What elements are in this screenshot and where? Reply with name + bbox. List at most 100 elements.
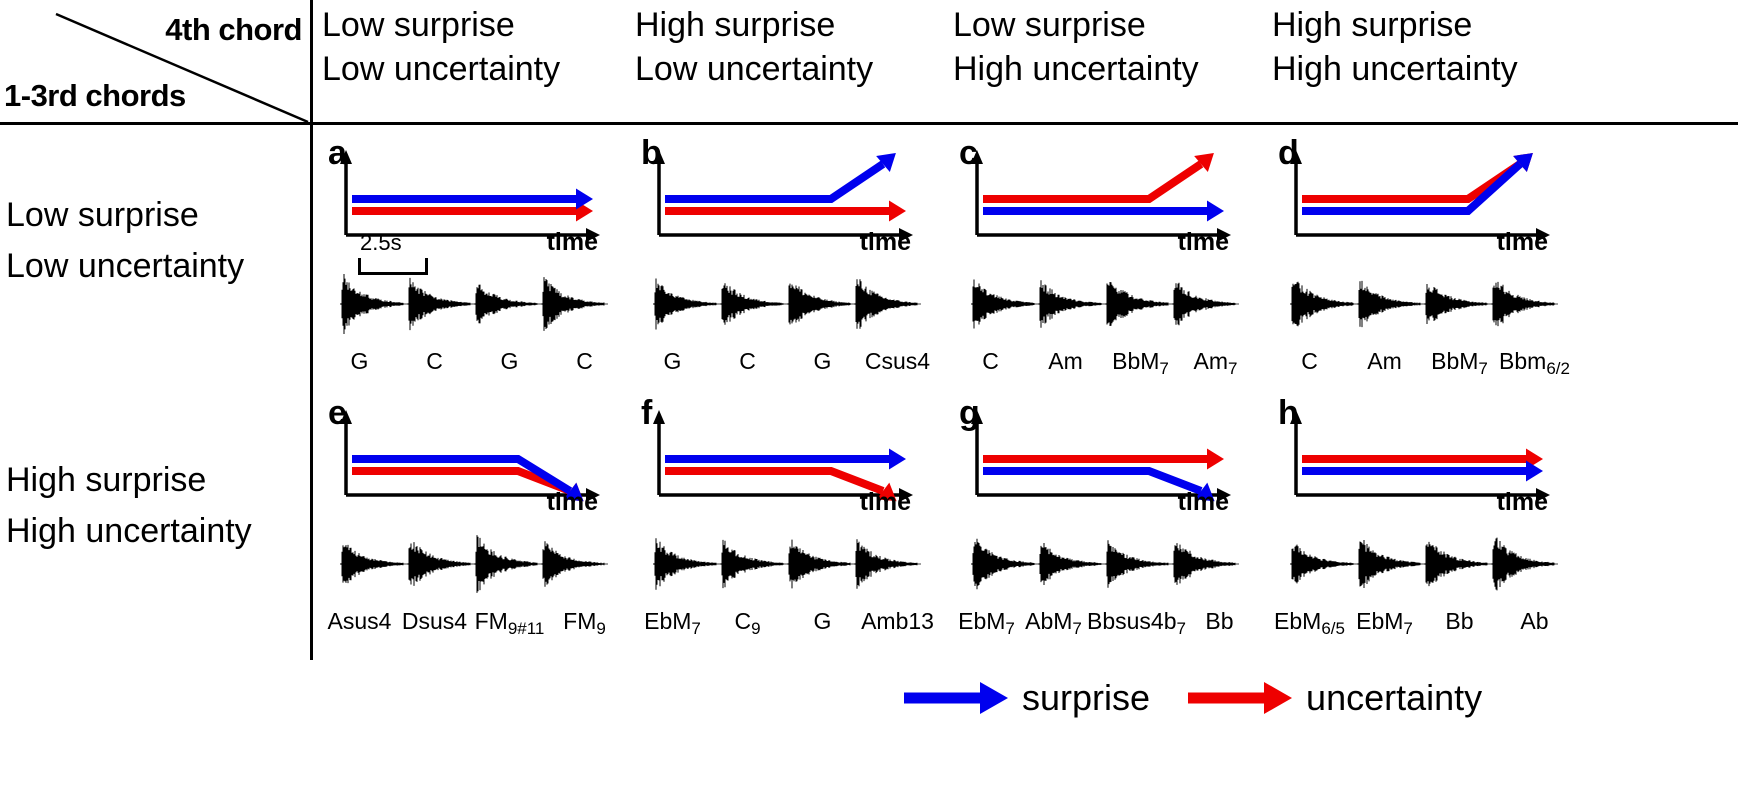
panel-d-letter: d: [1278, 134, 1299, 172]
legend: surprise uncertainty: [900, 668, 1600, 728]
panel-d-chord-0: C: [1301, 348, 1318, 374]
column-header-2: Low surprise High uncertainty: [953, 4, 1253, 91]
row-header-0: Low surprise Low uncertainty: [6, 190, 244, 292]
panel-a-chord-3: C: [576, 348, 593, 374]
panel-h-time-axis-label: time: [1496, 488, 1548, 516]
panel-a-chord-2: G: [500, 348, 519, 374]
panel-b-chord-0: G: [663, 348, 682, 374]
panel-f-letter: f: [641, 394, 653, 432]
column-header-0-line2: Low uncertainty: [322, 49, 561, 88]
panel-c-letter: c: [959, 134, 978, 172]
row-header-1: High surprise High uncertainty: [6, 455, 252, 557]
panel-e-letter: e: [328, 394, 347, 432]
header-vertical-rule: [310, 0, 313, 660]
panel-c: c time C Am BbM7 Am7: [953, 136, 1253, 405]
column-header-0: Low surprise Low uncertainty: [322, 4, 622, 91]
panel-d-chord-1: Am: [1367, 348, 1402, 374]
panel-c-chord-1: Am: [1048, 348, 1083, 374]
legend-label-surprise: surprise: [1022, 677, 1151, 718]
surprise-arrow-icon: [904, 682, 1008, 714]
panel-d-chord-2: BbM7: [1431, 348, 1488, 378]
panel-a-chord-1: C: [426, 348, 443, 374]
column-header-2-line2: High uncertainty: [953, 49, 1199, 88]
row-header-1-line2: High uncertainty: [6, 512, 252, 550]
uncertainty-arrow-icon: [1188, 682, 1293, 714]
legend-label-uncertainty: uncertainty: [1306, 677, 1483, 718]
panel-h-chord-labels: EbM6/5 EbM7 Bb Ab: [1272, 610, 1572, 644]
panel-c-chord-2: BbM7: [1112, 348, 1169, 378]
panel-b-chord-1: C: [739, 348, 756, 374]
row-header-1-line1: High surprise: [6, 461, 207, 499]
panel-h-chord-1: EbM7: [1356, 608, 1413, 638]
panel-h-letter: h: [1278, 394, 1299, 432]
panel-a: a time 2.5s G C G C: [322, 136, 622, 405]
panel-f-chord-1: C9: [734, 608, 761, 638]
row-header-0-line2: Low uncertainty: [6, 247, 245, 285]
panel-g-chord-labels: EbM7 AbM7 Bbsus4b7 Bb: [953, 610, 1253, 644]
panel-h: h time EbM6/5 EbM7 Bb Ab: [1272, 396, 1572, 665]
panel-b: b time G C G Csus4: [635, 136, 935, 405]
column-header-2-line1: Low surprise: [953, 6, 1146, 44]
panel-g-chord-0: EbM7: [958, 608, 1015, 638]
panel-c-chord-0: C: [982, 348, 999, 374]
panel-b-letter: b: [641, 134, 662, 172]
panel-d-chord-labels: C Am BbM7 Bbm6/2: [1272, 350, 1572, 384]
panel-a-waveform: [340, 268, 608, 340]
panel-c-chord-labels: C Am BbM7 Am7: [953, 350, 1253, 384]
panel-g-letter: g: [959, 394, 980, 432]
panel-c-chord-3: Am7: [1193, 348, 1238, 378]
column-header-3: High surprise High uncertainty: [1272, 4, 1572, 91]
panel-f-chord-3: Amb13: [861, 608, 934, 634]
panel-d-chord-3: Bbm6/2: [1499, 348, 1570, 378]
panel-f-time-axis-label: time: [859, 488, 911, 516]
panel-g-chord-1: AbM7: [1025, 608, 1082, 638]
panel-h-chord-3: Ab: [1520, 608, 1549, 634]
panel-g-chord-3: Bb: [1205, 608, 1234, 634]
panel-h-chord-2: Bb: [1445, 608, 1474, 634]
panel-f-chord-2: G: [813, 608, 832, 634]
panel-e-time-axis-label: time: [546, 488, 598, 516]
panel-a-chord-0: G: [350, 348, 369, 374]
panel-h-waveform: [1290, 528, 1558, 600]
panel-b-waveform: [653, 268, 921, 340]
column-header-3-line1: High surprise: [1272, 6, 1473, 44]
panel-g-waveform: [971, 528, 1239, 600]
panel-e-chord-labels: Asus4 Dsus4 FM9#11 FM9: [322, 610, 622, 644]
panel-a-letter: a: [328, 134, 347, 172]
panel-d-waveform: [1290, 268, 1558, 340]
panel-f-waveform: [653, 528, 921, 600]
panel-g-chord-2: Bbsus4b7: [1087, 608, 1186, 638]
panel-e-chord-3: FM9: [563, 608, 606, 638]
column-header-3-line2: High uncertainty: [1272, 49, 1518, 88]
panel-a-time-axis-label: time: [546, 228, 598, 256]
column-header-1-line2: Low uncertainty: [635, 49, 874, 88]
panel-e-waveform: [340, 528, 608, 600]
panel-b-chord-labels: G C G Csus4: [635, 350, 935, 384]
scale-bar-label: 2.5s: [360, 230, 402, 255]
panel-e-chord-2: FM9#11: [474, 608, 545, 638]
corner-top-label: 4th chord: [165, 12, 302, 47]
header-horizontal-rule: [0, 122, 1738, 125]
panel-b-chord-2: G: [813, 348, 832, 374]
panel-g: g time EbM7 AbM7 Bbsus4b7 Bb: [953, 396, 1253, 665]
panel-d: d time C Am BbM7 Bbm6/2: [1272, 136, 1572, 405]
panel-a-chord-labels: GCGC: [322, 350, 622, 384]
row-header-0-line1: Low surprise: [6, 196, 199, 234]
corner-header-cell: 4th chord 1-3rd chords: [0, 0, 310, 124]
column-header-0-line1: Low surprise: [322, 6, 515, 44]
figure-root: 4th chord 1-3rd chords Low surprise Low …: [0, 0, 1738, 807]
column-header-1-line1: High surprise: [635, 6, 836, 44]
panel-b-time-axis-label: time: [859, 228, 911, 256]
panel-g-time-axis-label: time: [1177, 488, 1229, 516]
corner-bottom-label: 1-3rd chords: [4, 78, 186, 113]
panel-d-time-axis-label: time: [1496, 228, 1548, 256]
panel-h-chord-0: EbM6/5: [1274, 608, 1345, 638]
column-header-1: High surprise Low uncertainty: [635, 4, 935, 91]
panel-e-chord-0: Asus4: [327, 608, 392, 634]
panel-c-time-axis-label: time: [1177, 228, 1229, 256]
panel-b-chord-3: Csus4: [864, 348, 931, 374]
panel-c-waveform: [971, 268, 1239, 340]
panel-f-chord-labels: EbM7 C9 G Amb13: [635, 610, 935, 644]
panel-f: f time EbM7 C9 G Amb13: [635, 396, 935, 665]
legend-item-surprise: surprise: [900, 678, 1150, 718]
